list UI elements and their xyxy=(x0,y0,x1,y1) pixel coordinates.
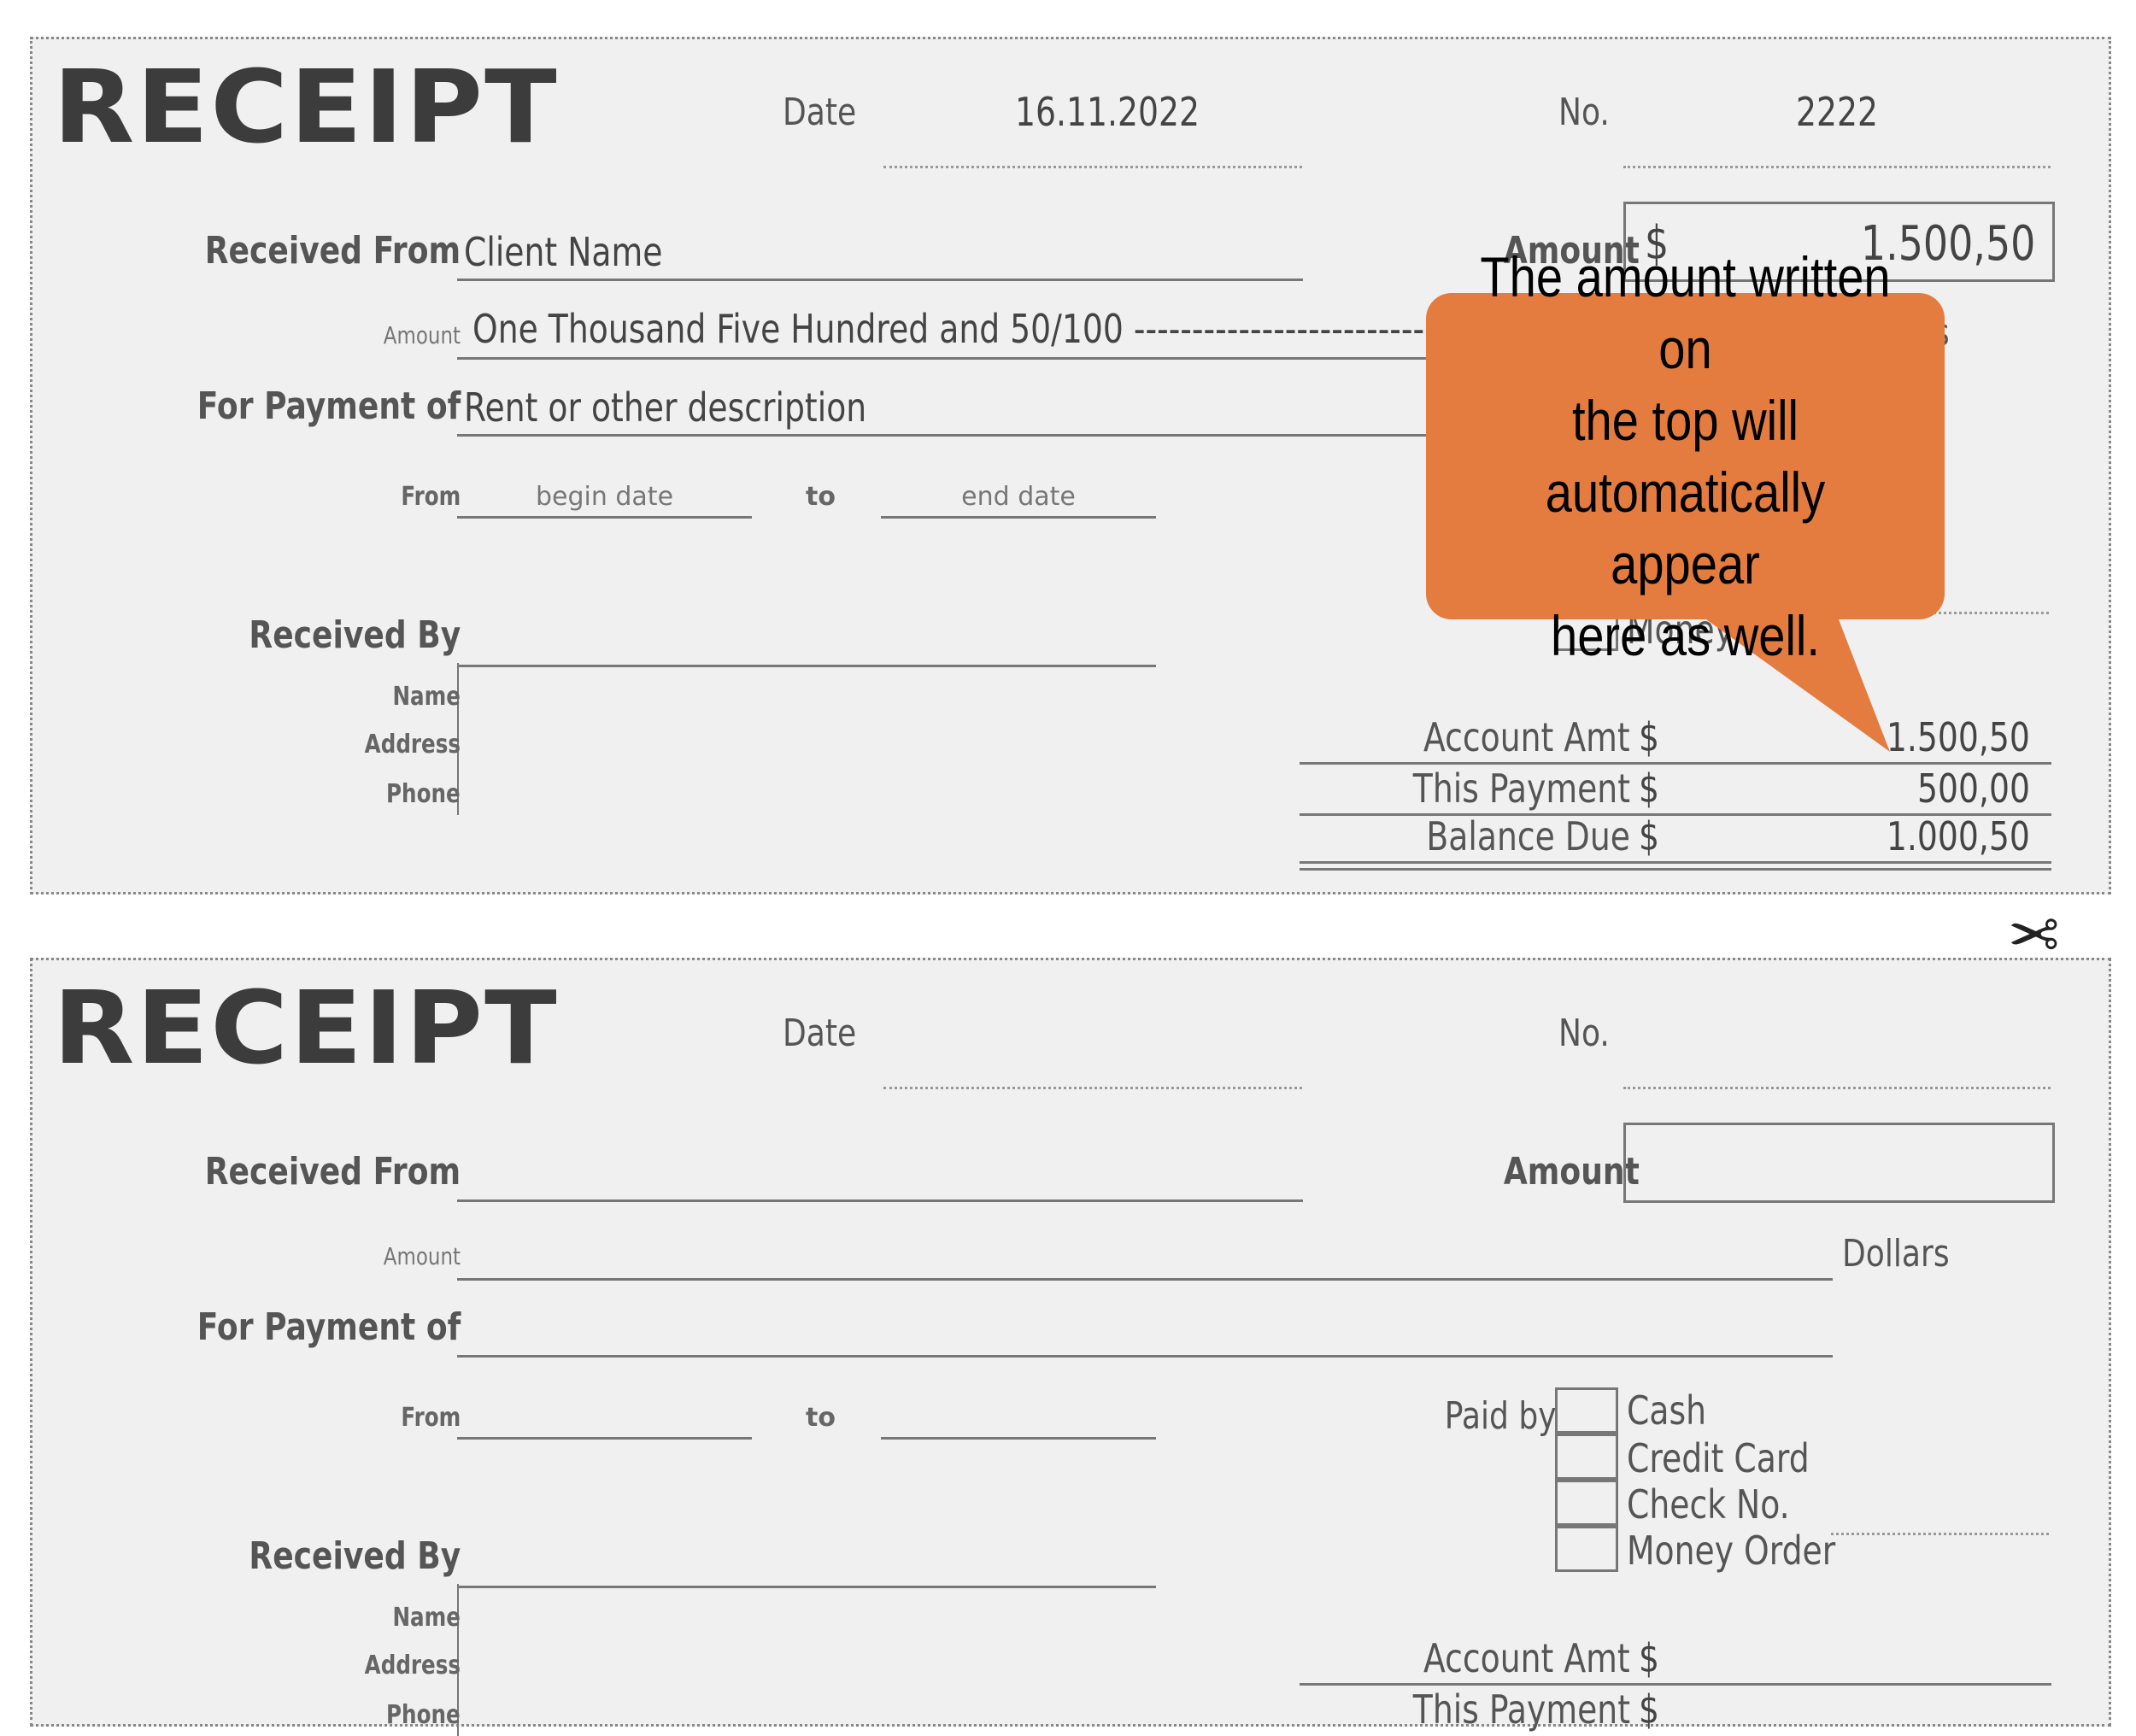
callout-line: here as well. xyxy=(1551,604,1820,667)
callout-line: automatically appear xyxy=(1545,460,1826,595)
callout-text: The amount written on the top will autom… xyxy=(1465,241,1906,672)
annotation-callout: The amount written on the top will autom… xyxy=(1426,245,1945,667)
callout-line: the top will xyxy=(1571,389,1799,452)
callout-line: The amount written on xyxy=(1480,245,1891,380)
